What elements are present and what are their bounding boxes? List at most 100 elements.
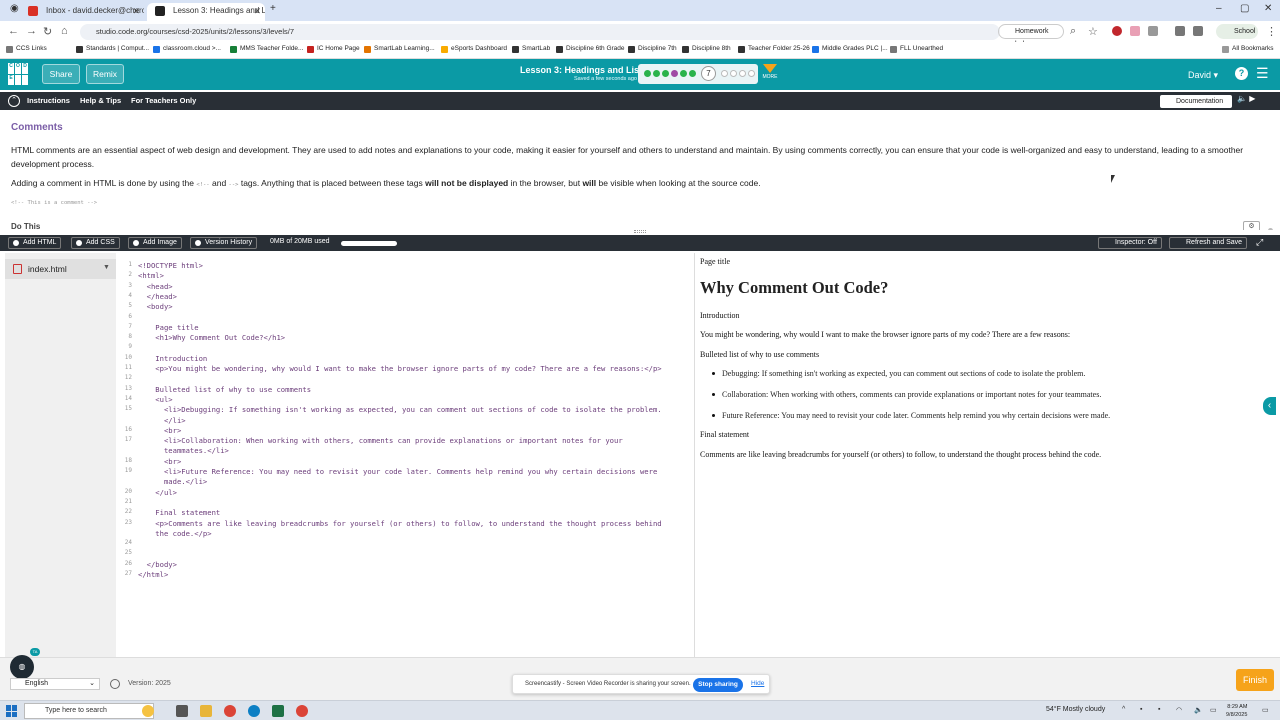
level-dot[interactable] [739, 70, 746, 77]
chrome-icon[interactable] [224, 705, 236, 717]
stop-sharing-button[interactable]: Stop sharing [693, 678, 743, 692]
code-line[interactable]: </head> [138, 292, 177, 301]
resize-handle[interactable] [634, 230, 646, 233]
bookmark-item[interactable]: Discipline 7th [628, 45, 677, 53]
new-tab-icon[interactable]: + [270, 3, 276, 14]
tab-inbox[interactable]: Inbox - david.decker@cheroke ✕ [20, 3, 144, 21]
code-line[interactable]: </li> [138, 416, 186, 425]
code-line[interactable]: <p>You might be wondering, why would I w… [138, 364, 661, 373]
code-line[interactable]: made.</li> [138, 477, 207, 486]
task-view-icon[interactable] [176, 705, 188, 717]
code-line[interactable]: </body> [138, 560, 177, 569]
bookmark-item[interactable]: FLL Unearthed [890, 45, 943, 53]
documentation-button[interactable]: Documentation [1160, 95, 1232, 108]
version-history-button[interactable]: Version History [190, 237, 258, 249]
code-line[interactable]: <h1>Why Comment Out Code?</h1> [138, 333, 285, 342]
window-close-icon[interactable]: ✕ [1264, 3, 1272, 14]
battery-icon[interactable]: ▭ [1210, 706, 1217, 714]
add-image-button[interactable]: Add Image [128, 237, 182, 249]
taskbar-clock[interactable]: 8:29 AM 9/8/2025 [1226, 703, 1247, 719]
cast-icon[interactable] [1193, 26, 1203, 36]
media-icon[interactable] [1175, 26, 1185, 36]
minimize-icon[interactable]: – [1216, 3, 1222, 14]
user-menu[interactable]: David ▾ [1180, 66, 1226, 84]
bookmark-item[interactable]: Middle Grades PLC |... [812, 45, 888, 53]
bookmark-item[interactable]: Standards | Comput... [76, 45, 149, 53]
finish-button[interactable]: Finish [1236, 669, 1274, 691]
share-button[interactable]: Share [42, 64, 80, 84]
code-line[interactable]: <li>Debugging: If something isn't workin… [138, 405, 662, 414]
tab-help-tips[interactable]: Help & Tips [80, 96, 121, 105]
ai-tutor-icon[interactable]: ◍ [10, 655, 34, 679]
edge-icon[interactable] [248, 705, 260, 717]
chevron-left-icon[interactable]: ‹ [1263, 397, 1276, 415]
wifi-icon[interactable]: ◠ [1176, 706, 1182, 714]
code-line[interactable]: <br> [138, 426, 181, 435]
bookmark-item[interactable]: MMS Teacher Folde... [230, 45, 303, 53]
level-dot[interactable] [653, 70, 660, 77]
chevron-down-icon[interactable]: ▼ [103, 264, 110, 271]
bookmark-item[interactable]: classroom.cloud >... [153, 45, 221, 53]
tray-icon[interactable]: ▪ [1158, 706, 1160, 713]
audio-controls[interactable]: 🔈 ▶ [1237, 94, 1273, 108]
expand-icon[interactable]: ⤢ [1256, 237, 1263, 248]
code-line[interactable]: </ul> [138, 488, 177, 497]
settings-icon[interactable]: ⚙ [1243, 221, 1260, 230]
close-icon[interactable]: ✕ [132, 3, 140, 19]
collapse-icon[interactable]: ⌃ [8, 95, 20, 107]
weather-widget[interactable]: 54°F Mostly cloudy [1046, 706, 1105, 713]
extension-icon[interactable] [1130, 26, 1140, 36]
level-dot[interactable] [748, 70, 755, 77]
url-input[interactable]: studio.code.org/courses/csd-2025/units/2… [80, 24, 1000, 40]
bookmark-item[interactable]: Discipline 6th Grade [556, 45, 625, 53]
bookmark-item[interactable]: CCS Links [6, 45, 47, 53]
code-line[interactable]: <body> [138, 302, 173, 311]
code-org-logo[interactable]: C O D E [8, 63, 30, 85]
tray-icon[interactable]: ▪ [1140, 706, 1142, 713]
code-line[interactable]: Page title [138, 323, 198, 332]
excel-icon[interactable] [272, 705, 284, 717]
code-line[interactable]: the code.</p> [138, 529, 211, 538]
windows-start-icon[interactable] [6, 705, 18, 717]
profile-button[interactable]: School [1216, 24, 1258, 39]
code-line[interactable]: teammates.</li> [138, 446, 229, 455]
maximize-icon[interactable]: ▢ [1240, 3, 1249, 14]
code-line[interactable]: <br> [138, 457, 181, 466]
extension-icon[interactable] [1112, 26, 1122, 36]
level-dot[interactable] [644, 70, 651, 77]
hamburger-menu-icon[interactable]: ☰ [1256, 65, 1269, 82]
tab-teachers-only[interactable]: For Teachers Only [131, 96, 196, 105]
code-line[interactable]: Bulleted list of why to use comments [138, 385, 311, 394]
more-levels-button[interactable]: MORE [762, 64, 778, 80]
code-line[interactable]: <!DOCTYPE html> [138, 261, 203, 270]
bookmark-item[interactable]: Discipline 8th [682, 45, 731, 53]
bookmark-item[interactable]: eSports Dashboard [441, 45, 507, 53]
add-html-button[interactable]: Add HTML [8, 237, 62, 249]
level-dot[interactable] [680, 70, 687, 77]
refresh-and-save-button[interactable]: Refresh and Save [1169, 237, 1247, 249]
bookmark-item[interactable]: SmartLab [512, 45, 550, 53]
language-select[interactable]: English ⌄ [10, 678, 100, 690]
all-bookmarks[interactable]: All Bookmarks [1222, 45, 1274, 53]
code-line[interactable]: <head> [138, 282, 173, 291]
code-line[interactable]: <ul> [138, 395, 172, 404]
code-line[interactable]: <li>Future Reference: You may need to re… [138, 467, 657, 476]
code-line[interactable]: Final statement [138, 508, 220, 517]
code-line[interactable]: <li>Collaboration: When working with oth… [138, 436, 623, 445]
extensions-puzzle-icon[interactable] [1148, 26, 1158, 36]
bookmark-star-icon[interactable]: ☆ [1088, 25, 1098, 38]
inspector-toggle[interactable]: Inspector: Off [1098, 237, 1162, 249]
volume-icon[interactable]: 🔈 [1194, 706, 1203, 714]
level-dot[interactable] [662, 70, 669, 77]
bookmark-item[interactable]: Teacher Folder 25-26 [738, 45, 810, 53]
reload-icon[interactable]: ↻ [43, 25, 52, 38]
tab-lesson[interactable]: Lesson 3: Headings and Lists # ✕ [147, 3, 265, 21]
level-dot[interactable] [721, 70, 728, 77]
level-dot[interactable] [671, 70, 678, 77]
bookmark-item[interactable]: IC Home Page [307, 45, 360, 53]
hide-link[interactable]: Hide [751, 680, 764, 687]
remix-button[interactable]: Remix [86, 64, 124, 84]
forward-icon[interactable]: → [26, 25, 37, 37]
play-icon[interactable]: ▶ [1249, 94, 1255, 103]
tab-instructions[interactable]: Instructions [27, 96, 70, 105]
